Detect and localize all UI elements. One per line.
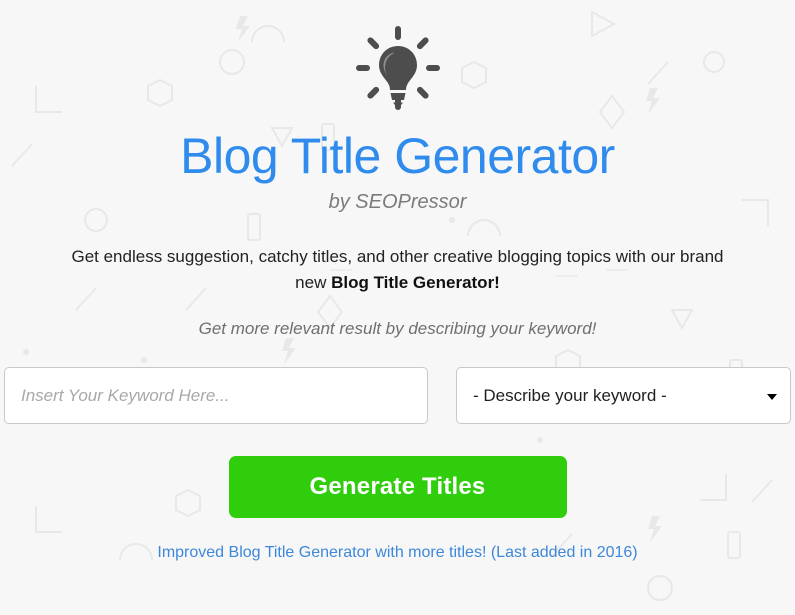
footer-link-row: Improved Blog Title Generator with more …	[0, 544, 795, 562]
generate-titles-button[interactable]: Generate Titles	[228, 456, 567, 518]
improved-generator-link[interactable]: Improved Blog Title Generator with more …	[157, 544, 637, 561]
page-root: Blog Title Generator by SEOPressor Get e…	[0, 0, 795, 615]
describe-hint: Get more relevant result by describing y…	[198, 319, 597, 338]
lightbulb-icon	[355, 26, 440, 110]
description-text: Get endless suggestion, catchy titles, a…	[68, 244, 728, 295]
logo-container	[0, 0, 795, 117]
describe-keyword-select[interactable]: - Describe your keyword -	[456, 367, 791, 424]
byline: by SEOPressor	[328, 191, 467, 213]
generator-form: - Describe your keyword -	[4, 367, 791, 424]
keyword-input[interactable]	[4, 367, 428, 424]
generate-button-row: Generate Titles	[0, 456, 795, 518]
page-title: Blog Title Generator	[180, 128, 615, 184]
describe-select-wrap: - Describe your keyword -	[456, 367, 791, 424]
description-emphasis: Blog Title Generator!	[331, 272, 500, 292]
